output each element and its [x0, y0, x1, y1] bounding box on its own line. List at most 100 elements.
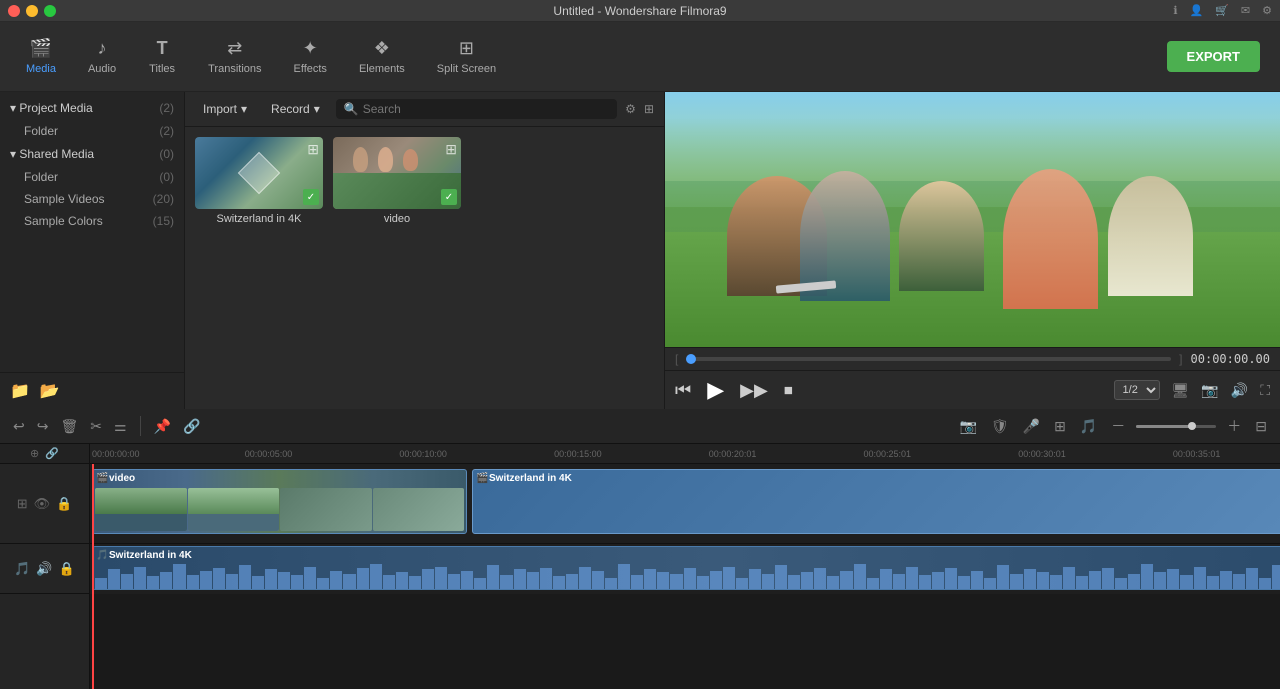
- tab-effects[interactable]: ✦ Effects: [278, 30, 343, 83]
- sidebar-group-shared-media[interactable]: ▾ Shared Media (0): [0, 142, 184, 166]
- media-icon: 🎬: [30, 38, 52, 59]
- media-icons: ⚙ ⊞: [625, 102, 654, 116]
- clip-video-icon: 🎬: [96, 473, 108, 484]
- video-track: 🎬 video: [90, 464, 1280, 544]
- zoom-slider-thumb[interactable]: [1188, 422, 1196, 430]
- audio-track-control: 🎵 🔊 🔒: [0, 544, 89, 594]
- bracket-right-icon: ]: [1179, 352, 1182, 366]
- volume-track-icon[interactable]: 🔊: [36, 561, 52, 577]
- mic-icon[interactable]: 🎤: [1020, 415, 1043, 438]
- zoom-out-icon[interactable]: －: [1108, 413, 1128, 439]
- grid-view-icon[interactable]: ⊞: [644, 102, 654, 116]
- zoom-slider-container: [1136, 425, 1216, 428]
- shared-media-count: (0): [159, 147, 174, 161]
- track-chain-icon[interactable]: 🔗: [45, 447, 59, 460]
- redo-icon[interactable]: ↪: [34, 415, 52, 438]
- tab-media[interactable]: 🎬 Media: [10, 30, 72, 83]
- elements-icon: ❖: [374, 38, 390, 59]
- stop-button[interactable]: ⏹: [784, 380, 793, 401]
- ruler-mark-7: 00:00:35:01: [1173, 449, 1221, 459]
- fast-forward-button[interactable]: ▶▶: [740, 380, 768, 401]
- zoom-select[interactable]: 1/2 1/1 1/4: [1114, 380, 1160, 400]
- playback-controls: ⏮ ▶ ▶▶ ⏹ 1/2 1/1 1/4 🖥 📷 🔊 ⛶: [665, 370, 1280, 409]
- link-icon[interactable]: 🔗: [180, 415, 203, 438]
- split-icon[interactable]: ⚌: [111, 415, 130, 438]
- lock-icon[interactable]: 🔒: [56, 496, 72, 512]
- eye-icon[interactable]: 👁: [34, 496, 51, 512]
- music-icon[interactable]: 🎵: [14, 561, 30, 577]
- media-item-switzerland[interactable]: ⊞ ✓ Switzerland in 4K: [195, 137, 323, 225]
- import-chevron-icon: ▾: [241, 102, 247, 116]
- import-label: Import: [203, 102, 237, 116]
- zoom-slider-fill: [1136, 425, 1192, 428]
- scrubber-handle[interactable]: [686, 354, 696, 364]
- switzerland-clip[interactable]: 🎬 Switzerland in 4K: [472, 469, 1280, 534]
- info-icon[interactable]: ℹ: [1173, 4, 1177, 17]
- export-button[interactable]: EXPORT: [1167, 41, 1260, 72]
- camera-icon[interactable]: 📷: [956, 415, 979, 438]
- splitscreen-icon: ⊞: [459, 38, 474, 59]
- track-link-controls: ⊕ 🔗: [0, 444, 90, 463]
- zoom-in-icon[interactable]: ＋: [1224, 413, 1244, 439]
- sidebar-item-sample-colors[interactable]: Sample Colors (15): [0, 210, 184, 232]
- record-dropdown[interactable]: Record ▾: [263, 98, 328, 120]
- filter-icon[interactable]: ⚙: [625, 102, 636, 116]
- ruler-mark-5: 00:00:25:01: [864, 449, 912, 459]
- maximize-button[interactable]: [44, 5, 56, 17]
- remove-folder-icon[interactable]: 📂: [40, 381, 60, 401]
- play-buttons: ⏮ ▶ ▶▶ ⏹: [675, 377, 793, 403]
- sidebar-content: ▾ Project Media (2) Folder (2) ▾ Shared …: [0, 92, 184, 372]
- track-add-icon[interactable]: ⊕: [30, 447, 39, 460]
- cart-icon[interactable]: 🛒: [1215, 4, 1229, 17]
- video-clip-label: video: [109, 473, 135, 484]
- tab-elements[interactable]: ❖ Elements: [343, 30, 421, 83]
- sidebar-item-shared-folder[interactable]: Folder (0): [0, 166, 184, 188]
- timeline-scrubber[interactable]: [686, 357, 1171, 361]
- search-input[interactable]: [363, 102, 609, 116]
- shield-icon[interactable]: 🛡: [988, 415, 1012, 438]
- volume-icon[interactable]: 🔊: [1231, 382, 1248, 399]
- screen-icon[interactable]: 🖥: [1172, 382, 1190, 399]
- audio-lock-icon[interactable]: 🔒: [59, 561, 75, 577]
- timeline-settings-icon[interactable]: ⊟: [1252, 415, 1270, 438]
- audio-mix-icon[interactable]: 🎵: [1077, 415, 1100, 438]
- tab-titles[interactable]: T Titles: [132, 30, 192, 83]
- search-icon: 🔍: [344, 102, 359, 116]
- settings-icon[interactable]: ⚙: [1262, 4, 1272, 17]
- user-icon[interactable]: 👤: [1190, 4, 1204, 17]
- tab-media-label: Media: [26, 63, 56, 75]
- add-folder-icon[interactable]: 📁: [10, 381, 30, 401]
- tab-splitscreen[interactable]: ⊞ Split Screen: [421, 30, 512, 83]
- play-button[interactable]: ▶: [707, 377, 724, 403]
- cut-icon[interactable]: ✂: [87, 415, 105, 438]
- import-dropdown[interactable]: Import ▾: [195, 98, 255, 120]
- sidebar-item-sample-videos[interactable]: Sample Videos (20): [0, 188, 184, 210]
- screenshot-icon[interactable]: 📷: [1201, 382, 1218, 399]
- delete-icon[interactable]: 🗑: [57, 415, 81, 438]
- tab-transitions[interactable]: ⇄ Transitions: [192, 30, 277, 83]
- fullscreen-icon[interactable]: ⛶: [1260, 382, 1270, 399]
- media-panel: Import ▾ Record ▾ 🔍 ⚙ ⊞: [185, 92, 665, 409]
- sidebar-item-project-folder[interactable]: Folder (2): [0, 120, 184, 142]
- preview-right-tools: 1/2 1/1 1/4 🖥 📷 🔊 ⛶: [1114, 380, 1270, 400]
- overlay-icon[interactable]: ⊞: [1051, 415, 1069, 438]
- close-button[interactable]: [8, 5, 20, 17]
- rewind-button[interactable]: ⏮: [675, 380, 691, 401]
- playhead[interactable]: [92, 464, 94, 689]
- sidebar-footer: 📁 📂: [0, 372, 184, 409]
- video-scene: [665, 92, 1280, 347]
- media-thumbnail-video: ⊞ ✓: [333, 137, 461, 209]
- grid-track-icon[interactable]: ⊞: [17, 496, 28, 512]
- tab-audio[interactable]: ♪ Audio: [72, 30, 132, 83]
- mail-icon[interactable]: ✉: [1241, 4, 1250, 17]
- ruler-mark-6: 00:00:30:01: [1018, 449, 1066, 459]
- undo-icon[interactable]: ↩: [10, 415, 28, 438]
- media-item-video[interactable]: ⊞ ✓ video: [333, 137, 461, 225]
- sidebar-group-project-media[interactable]: ▾ Project Media (2): [0, 96, 184, 120]
- magnet-icon[interactable]: 📌: [151, 415, 174, 438]
- zoom-slider[interactable]: [1136, 425, 1216, 428]
- audio-clip-switzerland[interactable]: Switzerland in 4K 🎵: [92, 546, 1280, 590]
- video-clip[interactable]: 🎬 video: [92, 469, 467, 534]
- minimize-button[interactable]: [26, 5, 38, 17]
- shared-media-label: ▾ Shared Media: [10, 147, 94, 161]
